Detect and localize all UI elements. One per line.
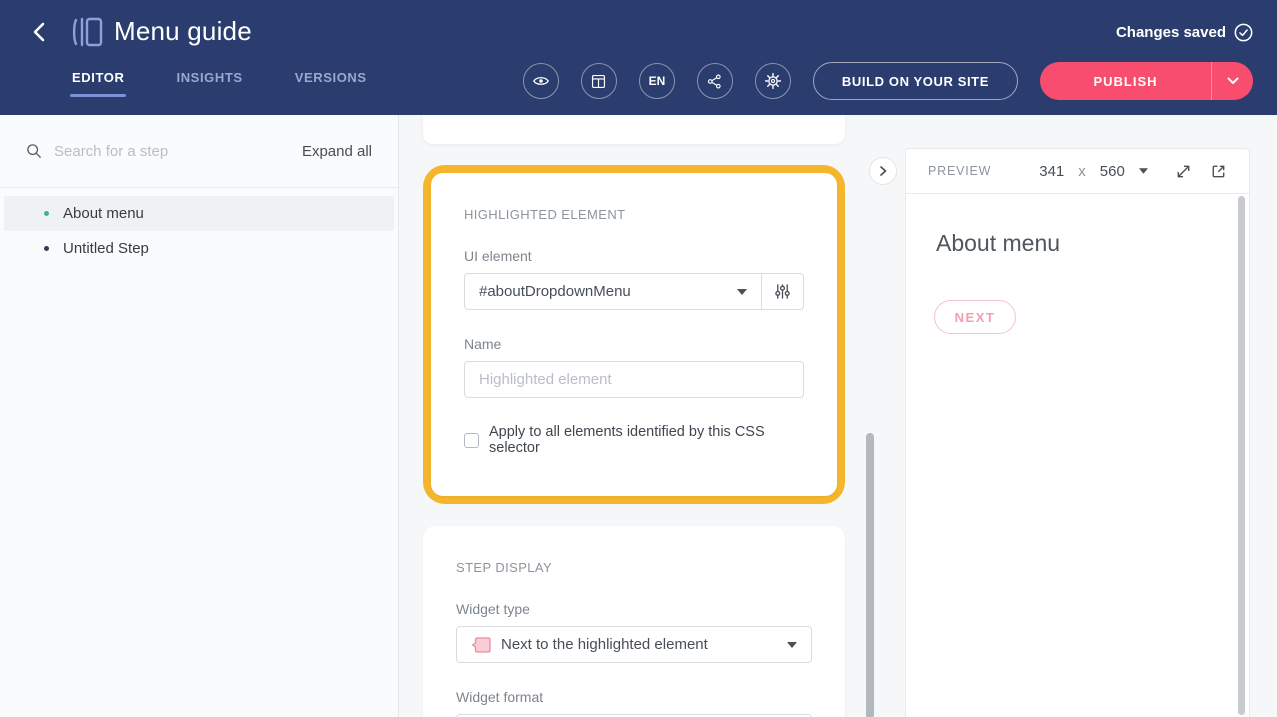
card-heading: HIGHLIGHTED ELEMENT: [464, 207, 804, 222]
step-item-label: About menu: [63, 205, 144, 222]
highlighted-element-card: HIGHLIGHTED ELEMENT UI element #aboutDro…: [431, 173, 837, 496]
header-tabs: EDITOR INSIGHTS VERSIONS: [72, 70, 367, 97]
expand-all-link[interactable]: Expand all: [302, 143, 372, 160]
save-status-text: Changes saved: [1116, 24, 1226, 41]
chevron-down-icon: [1227, 77, 1239, 85]
caret-down-icon: [787, 642, 797, 648]
chevron-right-icon: [878, 165, 888, 177]
resize-diagonal-icon: [1175, 163, 1192, 180]
highlight-ring: HIGHLIGHTED ELEMENT UI element #aboutDro…: [423, 165, 845, 504]
widget-type-select[interactable]: Next to the highlighted element: [457, 627, 811, 662]
external-link-icon: [1210, 163, 1227, 180]
search-icon: [26, 143, 42, 159]
steps-sidebar: Expand all About menu Untitled Step: [0, 115, 399, 717]
step-item-label: Untitled Step: [63, 240, 149, 257]
gear-icon: [764, 72, 782, 90]
caret-down-icon: [737, 289, 747, 295]
preview-eye-button[interactable]: [523, 63, 559, 99]
editor-main: HIGHLIGHTED ELEMENT UI element #aboutDro…: [399, 115, 883, 717]
name-label: Name: [464, 336, 804, 352]
preview-panel: PREVIEW 341 x 560: [905, 148, 1250, 717]
preview-label: PREVIEW: [928, 164, 991, 178]
apply-all-checkbox[interactable]: [464, 433, 479, 448]
ui-element-value: #aboutDropdownMenu: [479, 283, 729, 300]
language-label: EN: [649, 74, 666, 88]
collapse-preview-button[interactable]: [869, 157, 897, 185]
highlighted-element-name-input[interactable]: [464, 361, 804, 398]
preview-canvas: About menu NEXT: [906, 194, 1249, 717]
element-selector-settings-button[interactable]: [761, 274, 803, 309]
dimensions-separator: x: [1078, 163, 1086, 180]
preview-region: PREVIEW 341 x 560: [883, 115, 1277, 717]
layout-button[interactable]: [581, 63, 617, 99]
check-circle-icon: [1234, 23, 1253, 42]
tab-editor[interactable]: EDITOR: [72, 70, 124, 97]
widget-type-value: Next to the highlighted element: [501, 636, 779, 653]
preview-dimensions-dropdown[interactable]: 341 x 560: [1039, 163, 1148, 180]
settings-button[interactable]: [755, 63, 791, 99]
step-display-card: STEP DISPLAY Widget type Next to the hig…: [423, 526, 845, 717]
back-chevron-icon: [28, 20, 52, 44]
search-step-input[interactable]: [54, 143, 290, 160]
sliders-icon: [774, 283, 791, 300]
ui-element-select[interactable]: #aboutDropdownMenu: [465, 274, 761, 309]
ui-element-label: UI element: [464, 248, 804, 264]
share-button[interactable]: [697, 63, 733, 99]
language-button[interactable]: EN: [639, 63, 675, 99]
preview-step-title: About menu: [936, 230, 1060, 257]
guide-logo-icon: [70, 16, 104, 48]
caret-down-icon: [1139, 168, 1148, 174]
publish-label[interactable]: PUBLISH: [1040, 74, 1211, 89]
card-heading: STEP DISPLAY: [456, 560, 812, 575]
main-scrollbar[interactable]: [866, 115, 874, 717]
share-icon: [706, 73, 723, 90]
back-button[interactable]: [28, 20, 52, 44]
expand-preview-button[interactable]: [1175, 163, 1192, 180]
tooltip-bubble-icon: [471, 634, 493, 656]
publish-dropdown-button[interactable]: [1211, 62, 1253, 100]
step-status-dot: [44, 211, 49, 216]
eye-icon: [532, 72, 550, 90]
widget-type-label: Widget type: [456, 601, 812, 617]
tab-versions[interactable]: VERSIONS: [295, 70, 367, 97]
build-on-your-site-button[interactable]: BUILD ON YOUR SITE: [813, 62, 1018, 100]
layout-panel-icon: [590, 73, 607, 90]
step-item-untitled-step[interactable]: Untitled Step: [4, 231, 394, 266]
open-external-preview-button[interactable]: [1210, 163, 1227, 180]
preview-height: 560: [1100, 163, 1125, 180]
step-item-about-menu[interactable]: About menu: [4, 196, 394, 231]
save-status: Changes saved: [1116, 23, 1253, 42]
tab-insights[interactable]: INSIGHTS: [176, 70, 242, 97]
preview-next-button[interactable]: NEXT: [934, 300, 1016, 334]
guide-title: Menu guide: [114, 16, 252, 47]
widget-format-label: Widget format: [456, 689, 812, 705]
previous-settings-card-partial: [423, 115, 845, 144]
step-status-dot: [44, 246, 49, 251]
step-list: About menu Untitled Step: [0, 188, 398, 266]
apply-all-checkbox-row[interactable]: Apply to all elements identified by this…: [464, 424, 804, 456]
app-header: Menu guide Changes saved EDITOR INSIGHTS…: [0, 0, 1277, 115]
main-scrollbar-thumb[interactable]: [866, 433, 874, 717]
publish-button[interactable]: PUBLISH: [1040, 62, 1253, 100]
apply-all-checkbox-label: Apply to all elements identified by this…: [489, 424, 804, 456]
preview-scrollbar-thumb[interactable]: [1238, 196, 1245, 715]
preview-width: 341: [1039, 163, 1064, 180]
